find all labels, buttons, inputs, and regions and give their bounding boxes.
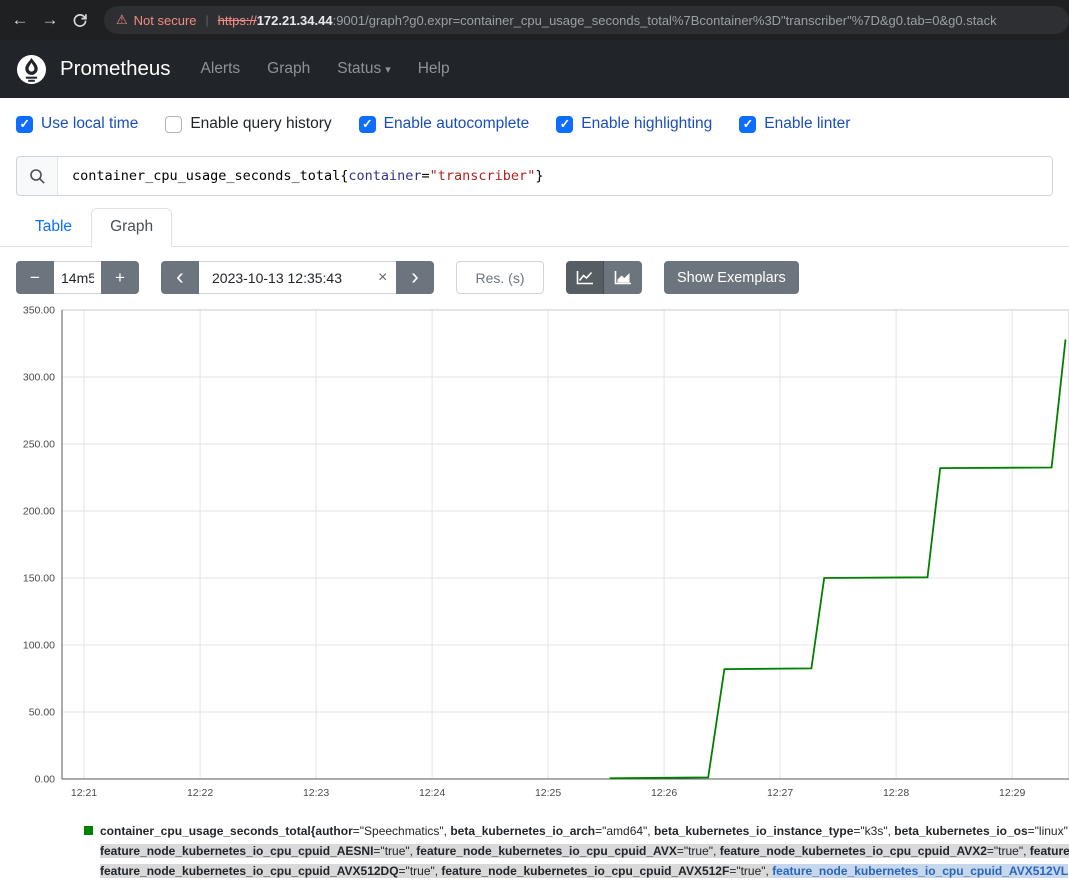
datetime-input[interactable] xyxy=(199,261,396,294)
option-autocomplete[interactable]: Enable autocomplete xyxy=(359,115,530,133)
option-linter[interactable]: Enable linter xyxy=(739,115,850,133)
graph-legend[interactable]: container_cpu_usage_seconds_total{author… xyxy=(84,821,1069,881)
highlighting-checkbox[interactable] xyxy=(556,116,573,133)
svg-text:0.00: 0.00 xyxy=(35,774,56,786)
svg-text:50.00: 50.00 xyxy=(29,707,55,719)
checkbox-label: Enable linter xyxy=(764,115,850,133)
graph-canvas[interactable]: 0.00 50.00 100.00 150.00 200.00 250.00 300.00 3… xyxy=(0,302,1069,800)
linter-checkbox[interactable] xyxy=(739,116,756,133)
graph-panel: 0.00 50.00 100.00 150.00 200.00 250.00 300.00 3… xyxy=(0,302,1069,805)
stacked-graph-icon xyxy=(614,270,632,285)
svg-text:12:26: 12:26 xyxy=(651,787,677,799)
query-label-name: container xyxy=(348,168,421,184)
query-label-value: "transcriber" xyxy=(430,168,536,184)
query-history-checkbox[interactable] xyxy=(165,116,182,133)
browser-toolbar: ← → ⚠ Not secure | https://172.21.34.44:… xyxy=(0,0,1069,40)
svg-text:200.00: 200.00 xyxy=(23,506,55,518)
graph-type-toggle-group xyxy=(566,261,642,294)
svg-text:12:21: 12:21 xyxy=(71,787,97,799)
svg-text:12:23: 12:23 xyxy=(303,787,329,799)
svg-text:350.00: 350.00 xyxy=(23,305,55,317)
time-picker-group: ‹ × › xyxy=(161,261,434,294)
checkbox-label: Use local time xyxy=(41,115,138,133)
url-protocol: https:// xyxy=(218,13,257,28)
back-button[interactable]: ← xyxy=(6,6,34,34)
prometheus-logo-icon xyxy=(16,54,47,85)
query-expression-input[interactable]: container_cpu_usage_seconds_total{contai… xyxy=(58,157,1052,195)
svg-text:12:25: 12:25 xyxy=(535,787,561,799)
svg-text:12:24: 12:24 xyxy=(419,787,445,799)
graph-controls: − + ‹ × › Show Exemplars xyxy=(16,261,1069,294)
show-exemplars-button[interactable]: Show Exemplars xyxy=(664,261,799,294)
use-local-time-checkbox[interactable] xyxy=(16,116,33,133)
search-icon xyxy=(29,168,46,185)
svg-text:150.00: 150.00 xyxy=(23,573,55,585)
datetime-wrapper: × xyxy=(199,261,396,294)
svg-text:300.00: 300.00 xyxy=(23,372,55,384)
query-operator: = xyxy=(422,168,430,184)
svg-text:12:22: 12:22 xyxy=(187,787,213,799)
warning-icon: ⚠ xyxy=(116,12,128,28)
url-host: 172.21.34.44 xyxy=(257,13,333,28)
option-query-history[interactable]: Enable query history xyxy=(165,115,331,133)
option-highlighting[interactable]: Enable highlighting xyxy=(556,115,712,133)
query-input-group: container_cpu_usage_seconds_total{contai… xyxy=(16,156,1053,196)
address-bar[interactable]: ⚠ Not secure | https://172.21.34.44:9001… xyxy=(104,6,1069,34)
query-options-row: Use local time Enable query history Enab… xyxy=(0,98,1069,146)
reload-button[interactable] xyxy=(66,6,94,34)
forward-button[interactable]: → xyxy=(36,6,64,34)
tab-graph[interactable]: Graph xyxy=(91,208,172,247)
tab-table[interactable]: Table xyxy=(16,208,91,247)
query-brace-close: } xyxy=(535,168,543,184)
reload-icon xyxy=(72,12,88,28)
checkbox-label: Enable highlighting xyxy=(581,115,712,133)
next-time-button[interactable]: › xyxy=(396,261,434,294)
increase-range-button[interactable]: + xyxy=(101,261,139,294)
line-graph-toggle-button[interactable] xyxy=(566,261,604,294)
previous-time-button[interactable]: ‹ xyxy=(161,261,199,294)
brand-title[interactable]: Prometheus xyxy=(60,57,171,81)
svg-text:12:27: 12:27 xyxy=(767,787,793,799)
nav-item-graph[interactable]: Graph xyxy=(267,60,310,78)
checkbox-label: Enable autocomplete xyxy=(384,115,530,133)
security-status-label[interactable]: Not secure xyxy=(134,13,197,28)
query-metric: container_cpu_usage_seconds_total xyxy=(72,168,340,184)
url-path: :9001/graph?g0.expr=container_cpu_usage_… xyxy=(333,13,997,28)
nav-item-alerts[interactable]: Alerts xyxy=(201,60,241,78)
clear-datetime-button[interactable]: × xyxy=(372,261,392,294)
range-stepper-group: − + xyxy=(16,261,139,294)
nav-item-help[interactable]: Help xyxy=(418,60,450,78)
legend-swatch xyxy=(84,826,93,835)
checkbox-label: Enable query history xyxy=(190,115,331,133)
stacked-graph-toggle-button[interactable] xyxy=(604,261,642,294)
app-navbar: Prometheus Alerts Graph Status▾ Help xyxy=(0,40,1069,98)
resolution-input[interactable] xyxy=(456,261,544,294)
svg-text:100.00: 100.00 xyxy=(23,640,55,652)
line-graph-icon xyxy=(576,270,594,285)
legend-series-label[interactable]: container_cpu_usage_seconds_total{author… xyxy=(100,821,1069,881)
svg-text:12:28: 12:28 xyxy=(883,787,909,799)
duration-input[interactable] xyxy=(54,261,101,294)
chevron-down-icon: ▾ xyxy=(385,64,391,76)
autocomplete-checkbox[interactable] xyxy=(359,116,376,133)
query-brace-open: { xyxy=(340,168,348,184)
svg-text:250.00: 250.00 xyxy=(23,439,55,451)
decrease-range-button[interactable]: − xyxy=(16,261,54,294)
tab-bar: Table Graph xyxy=(0,208,1069,247)
url-divider: | xyxy=(206,13,209,27)
nav-item-status[interactable]: Status▾ xyxy=(337,60,390,78)
option-use-local-time[interactable]: Use local time xyxy=(16,115,138,133)
search-addon xyxy=(17,157,58,195)
svg-text:12:29: 12:29 xyxy=(999,787,1025,799)
